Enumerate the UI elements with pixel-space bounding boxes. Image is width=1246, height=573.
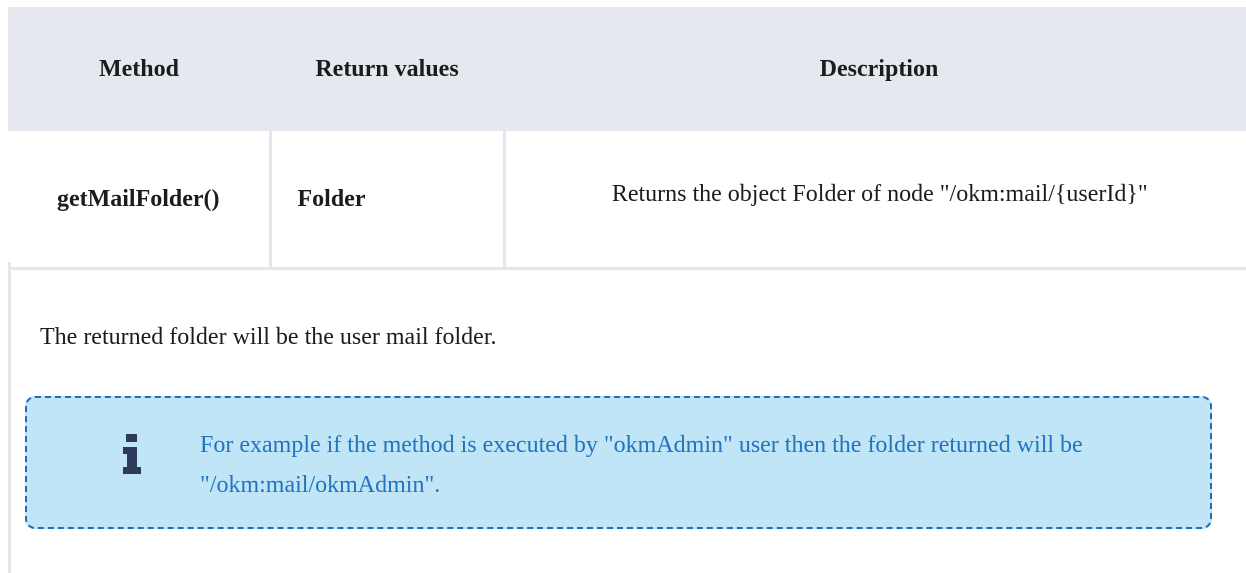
methods-table: Method Return values Description getMail… — [8, 7, 1246, 270]
content-left-rule — [8, 262, 11, 573]
info-icon — [123, 434, 141, 474]
cell-method: getMailFolder() — [8, 131, 272, 270]
description-paragraph: The returned folder will be the user mai… — [40, 324, 497, 350]
header-method: Method — [8, 7, 270, 131]
table-row: getMailFolder() Folder Returns the objec… — [8, 131, 1246, 270]
header-return-values: Return values — [270, 7, 504, 131]
header-description: Description — [504, 7, 1246, 131]
cell-description: Returns the object Folder of node "/okm:… — [502, 131, 1246, 270]
cell-return-value: Folder — [268, 131, 506, 270]
info-note: For example if the method is executed by… — [25, 396, 1212, 529]
note-text: For example if the method is executed by… — [200, 432, 1083, 498]
table-header-row: Method Return values Description — [8, 7, 1246, 131]
